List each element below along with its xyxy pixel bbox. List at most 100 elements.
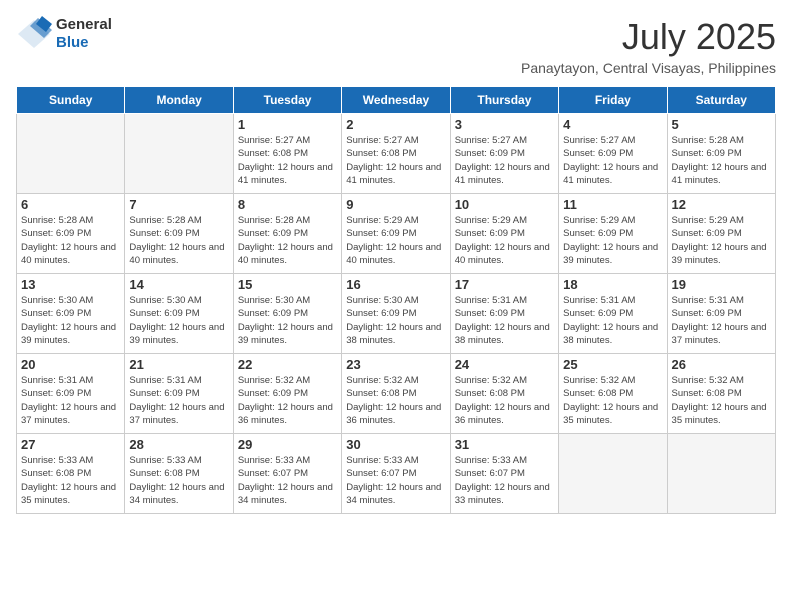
day-number: 26 [672,357,771,372]
calendar-cell: 6 Sunrise: 5:28 AM Sunset: 6:09 PM Daylig… [17,194,125,274]
day-number: 27 [21,437,120,452]
day-info: Sunrise: 5:31 AM Sunset: 6:09 PM Dayligh… [672,294,771,347]
calendar-cell [17,114,125,194]
calendar-cell: 4 Sunrise: 5:27 AM Sunset: 6:09 PM Daylig… [559,114,667,194]
logo: General Blue [16,16,112,52]
day-number: 29 [238,437,337,452]
day-number: 19 [672,277,771,292]
calendar-cell: 14 Sunrise: 5:30 AM Sunset: 6:09 PM Dayli… [125,274,233,354]
calendar-cell: 17Sunrise: 5:31 AM Sunset: 6:09 PM Dayli… [450,274,558,354]
calendar-cell: 11 Sunrise: 5:29 AM Sunset: 6:09 PM Dayli… [559,194,667,274]
calendar-cell: 15 Sunrise: 5:30 AM Sunset: 6:09 PM Dayli… [233,274,341,354]
calendar-cell: 23Sunrise: 5:32 AM Sunset: 6:08 PM Dayli… [342,354,450,434]
calendar-cell: 26 Sunrise: 5:32 AM Sunset: 6:08 PM Dayli… [667,354,775,434]
title-area: July 2025 Panaytayon, Central Visayas, P… [521,16,776,76]
weekday-header: Thursday [450,87,558,114]
day-number: 2 [346,117,445,132]
day-info: Sunrise: 5:32 AM Sunset: 6:08 PM Dayligh… [455,374,554,427]
calendar-cell: 19 Sunrise: 5:31 AM Sunset: 6:09 PM Dayli… [667,274,775,354]
day-info: Sunrise: 5:28 AM Sunset: 6:09 PM Dayligh… [129,214,228,267]
calendar-cell: 3 Sunrise: 5:27 AM Sunset: 6:09 PM Daylig… [450,114,558,194]
day-number: 8 [238,197,337,212]
day-info: Sunrise: 5:27 AM Sunset: 6:08 PM Dayligh… [346,134,445,187]
calendar-cell: 16 Sunrise: 5:30 AM Sunset: 6:09 PM Dayli… [342,274,450,354]
calendar-cell: 22Sunrise: 5:32 AM Sunset: 6:09 PM Dayli… [233,354,341,434]
calendar-cell: 21 Sunrise: 5:31 AM Sunset: 6:09 PM Dayli… [125,354,233,434]
day-info: Sunrise: 5:29 AM Sunset: 6:09 PM Dayligh… [563,214,662,267]
day-number: 14 [129,277,228,292]
location-title: Panaytayon, Central Visayas, Philippines [521,60,776,76]
day-number: 10 [455,197,554,212]
logo-blue: Blue [56,34,89,51]
calendar-cell: 20Sunrise: 5:31 AM Sunset: 6:09 PM Dayli… [17,354,125,434]
day-info: Sunrise: 5:31 AM Sunset: 6:09 PM Dayligh… [563,294,662,347]
calendar-cell [667,434,775,514]
day-number: 4 [563,117,662,132]
day-info: Sunrise: 5:32 AM Sunset: 6:08 PM Dayligh… [672,374,771,427]
day-info: Sunrise: 5:30 AM Sunset: 6:09 PM Dayligh… [346,294,445,347]
day-info: Sunrise: 5:33 AM Sunset: 6:07 PM Dayligh… [346,454,445,507]
day-info: Sunrise: 5:33 AM Sunset: 6:07 PM Dayligh… [455,454,554,507]
day-number: 3 [455,117,554,132]
day-info: Sunrise: 5:29 AM Sunset: 6:09 PM Dayligh… [672,214,771,267]
day-number: 21 [129,357,228,372]
weekday-header: Tuesday [233,87,341,114]
day-number: 17 [455,277,554,292]
calendar-week-row: 1 Sunrise: 5:27 AM Sunset: 6:08 PM Daylig… [17,114,776,194]
day-number: 7 [129,197,228,212]
day-number: 5 [672,117,771,132]
calendar-cell: 27 Sunrise: 5:33 AM Sunset: 6:08 PM Dayli… [17,434,125,514]
calendar-table: SundayMondayTuesdayWednesdayThursdayFrid… [16,86,776,514]
day-info: Sunrise: 5:29 AM Sunset: 6:09 PM Dayligh… [346,214,445,267]
day-info: Sunrise: 5:27 AM Sunset: 6:09 PM Dayligh… [563,134,662,187]
day-info: Sunrise: 5:27 AM Sunset: 6:09 PM Dayligh… [455,134,554,187]
page-header: General Blue July 2025 Panaytayon, Centr… [16,16,776,76]
calendar-cell: 29 Sunrise: 5:33 AM Sunset: 6:07 PM Dayli… [233,434,341,514]
day-info: Sunrise: 5:33 AM Sunset: 6:07 PM Dayligh… [238,454,337,507]
weekday-header: Monday [125,87,233,114]
day-number: 31 [455,437,554,452]
day-number: 1 [238,117,337,132]
day-info: Sunrise: 5:31 AM Sunset: 6:09 PM Dayligh… [129,374,228,427]
calendar-cell: 2 Sunrise: 5:27 AM Sunset: 6:08 PM Daylig… [342,114,450,194]
calendar-cell: 25Sunrise: 5:32 AM Sunset: 6:08 PM Dayli… [559,354,667,434]
day-number: 16 [346,277,445,292]
day-info: Sunrise: 5:28 AM Sunset: 6:09 PM Dayligh… [238,214,337,267]
day-info: Sunrise: 5:33 AM Sunset: 6:08 PM Dayligh… [129,454,228,507]
calendar-cell: 12Sunrise: 5:29 AM Sunset: 6:09 PM Dayli… [667,194,775,274]
day-number: 15 [238,277,337,292]
day-number: 18 [563,277,662,292]
day-info: Sunrise: 5:33 AM Sunset: 6:08 PM Dayligh… [21,454,120,507]
weekday-header-row: SundayMondayTuesdayWednesdayThursdayFrid… [17,87,776,114]
month-title: July 2025 [521,16,776,58]
calendar-cell: 9 Sunrise: 5:29 AM Sunset: 6:09 PM Daylig… [342,194,450,274]
calendar-week-row: 6 Sunrise: 5:28 AM Sunset: 6:09 PM Daylig… [17,194,776,274]
weekday-header: Friday [559,87,667,114]
day-number: 30 [346,437,445,452]
calendar-cell: 30 Sunrise: 5:33 AM Sunset: 6:07 PM Dayli… [342,434,450,514]
calendar-cell: 31 Sunrise: 5:33 AM Sunset: 6:07 PM Dayli… [450,434,558,514]
logo-general: General [56,16,112,33]
day-number: 28 [129,437,228,452]
day-info: Sunrise: 5:28 AM Sunset: 6:09 PM Dayligh… [672,134,771,187]
day-number: 11 [563,197,662,212]
day-info: Sunrise: 5:27 AM Sunset: 6:08 PM Dayligh… [238,134,337,187]
day-info: Sunrise: 5:28 AM Sunset: 6:09 PM Dayligh… [21,214,120,267]
day-number: 24 [455,357,554,372]
logo-icon [16,16,52,52]
weekday-header: Sunday [17,87,125,114]
day-info: Sunrise: 5:30 AM Sunset: 6:09 PM Dayligh… [21,294,120,347]
day-number: 6 [21,197,120,212]
day-number: 23 [346,357,445,372]
logo-text: General Blue [56,16,112,52]
day-info: Sunrise: 5:30 AM Sunset: 6:09 PM Dayligh… [238,294,337,347]
calendar-week-row: 27 Sunrise: 5:33 AM Sunset: 6:08 PM Dayli… [17,434,776,514]
calendar-cell: 10Sunrise: 5:29 AM Sunset: 6:09 PM Dayli… [450,194,558,274]
day-info: Sunrise: 5:30 AM Sunset: 6:09 PM Dayligh… [129,294,228,347]
calendar-cell [559,434,667,514]
calendar-week-row: 20Sunrise: 5:31 AM Sunset: 6:09 PM Dayli… [17,354,776,434]
day-number: 9 [346,197,445,212]
day-info: Sunrise: 5:32 AM Sunset: 6:08 PM Dayligh… [563,374,662,427]
calendar-cell: 5 Sunrise: 5:28 AM Sunset: 6:09 PM Daylig… [667,114,775,194]
calendar-cell: 7 Sunrise: 5:28 AM Sunset: 6:09 PM Daylig… [125,194,233,274]
